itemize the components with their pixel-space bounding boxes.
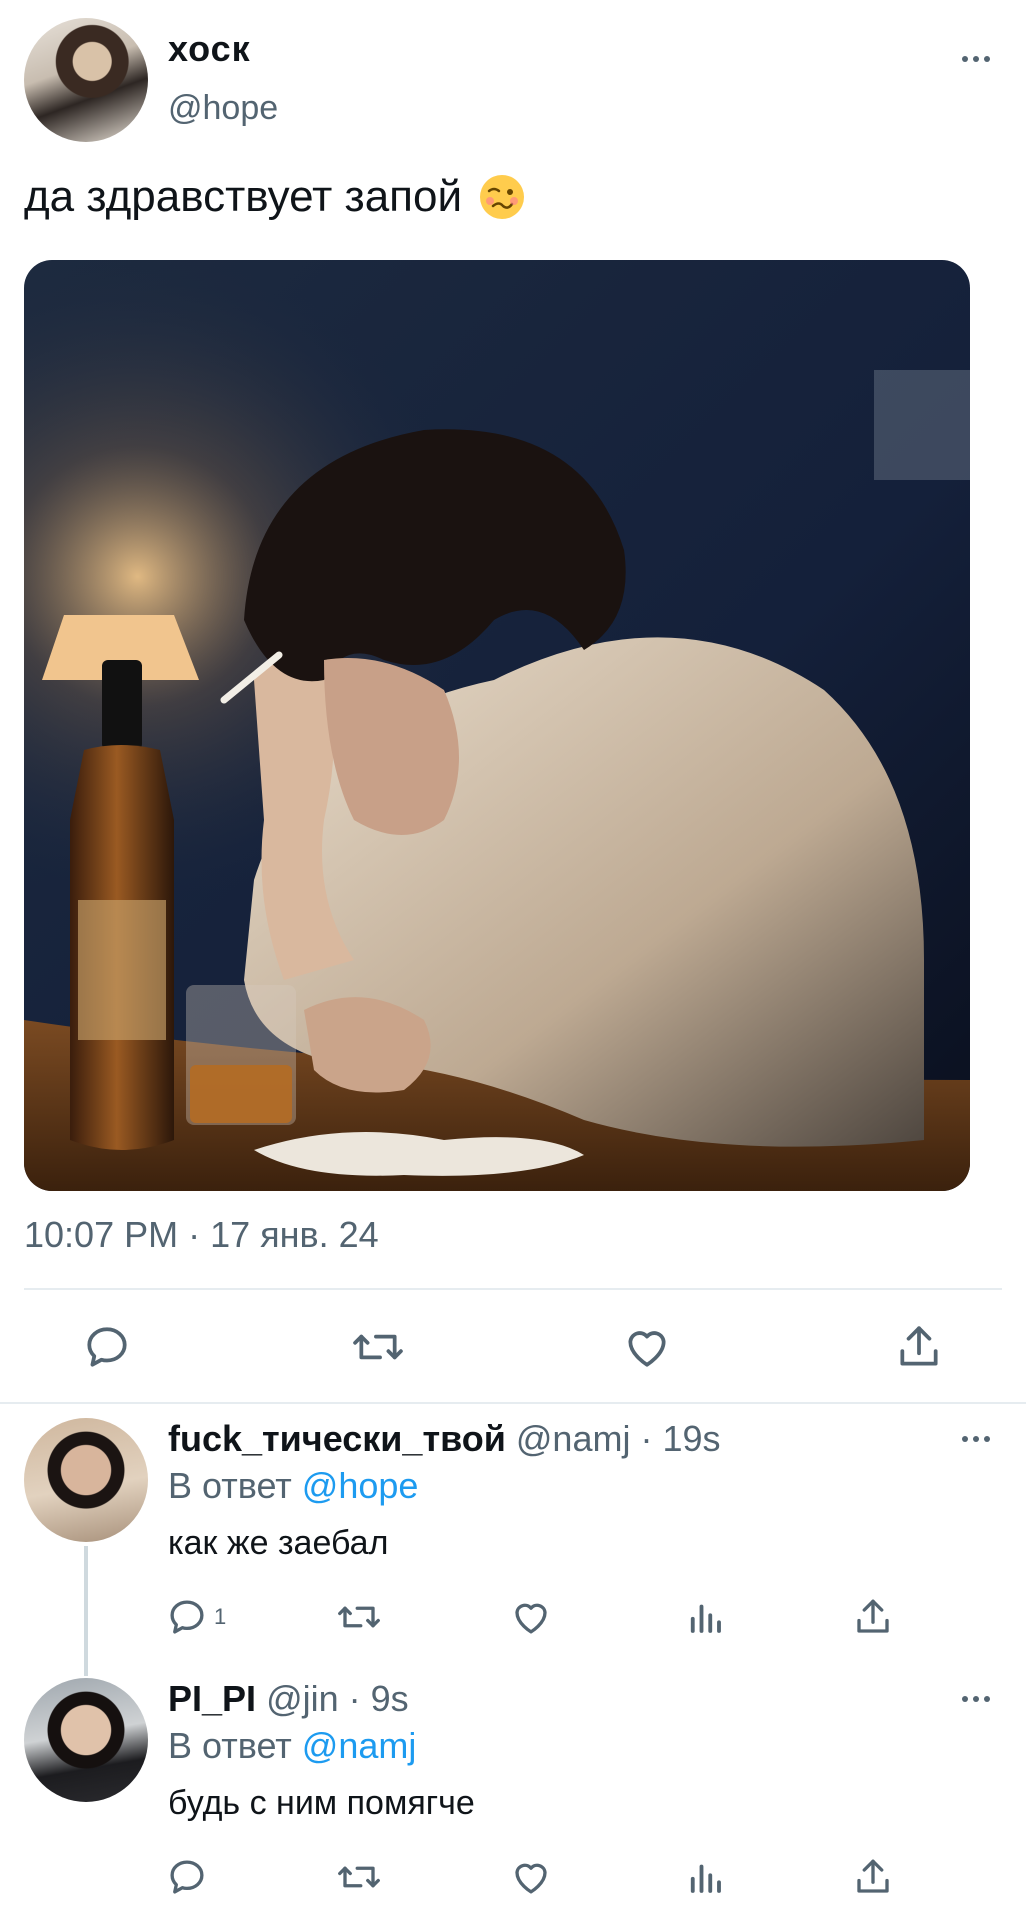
reply-meta[interactable]: @jin · 9s <box>266 1678 409 1719</box>
share-icon <box>857 1859 889 1893</box>
more-icon[interactable] <box>962 56 990 62</box>
retweet-button[interactable] <box>350 1322 406 1377</box>
like-button[interactable] <box>510 1856 552 1903</box>
reply-button[interactable] <box>82 1322 132 1377</box>
share-button[interactable] <box>852 1856 894 1903</box>
retweet-button[interactable] <box>336 1856 382 1903</box>
replying-to-prefix: В ответ <box>168 1725 302 1766</box>
author-avatar[interactable] <box>24 18 148 142</box>
replying-to-handle[interactable]: @namj <box>302 1725 417 1766</box>
like-icon <box>515 1603 547 1634</box>
section-divider <box>0 1402 1026 1404</box>
reply-icon <box>170 1600 204 1634</box>
retweet-button[interactable] <box>336 1596 382 1643</box>
reply-button[interactable] <box>166 1856 208 1903</box>
like-button[interactable] <box>510 1596 552 1643</box>
reply-icon <box>170 1860 204 1894</box>
replying-to-prefix: В ответ <box>168 1465 302 1506</box>
analytics-icon <box>690 1604 721 1633</box>
reply-text: как же заебал <box>168 1524 389 1562</box>
reply-text: будь с ним помягче <box>168 1784 475 1822</box>
like-icon <box>515 1863 547 1894</box>
retweet-icon <box>338 1606 380 1628</box>
author-display-name[interactable]: хоск <box>168 28 251 70</box>
like-button[interactable] <box>622 1322 672 1377</box>
reply-button[interactable]: 1 <box>166 1596 226 1638</box>
retweet-icon <box>353 1334 403 1360</box>
author-handle[interactable]: @hope <box>168 89 278 128</box>
replying-to-handle[interactable]: @hope <box>302 1465 419 1506</box>
retweet-icon <box>338 1866 380 1888</box>
reply-avatar[interactable] <box>24 1678 148 1802</box>
tweet-text: да здравствует запой <box>24 172 463 221</box>
share-icon <box>857 1599 889 1633</box>
replying-to: В ответ @namj <box>168 1725 416 1767</box>
reply-display-name[interactable]: PI_PI <box>168 1678 256 1719</box>
reply-icon <box>87 1327 127 1367</box>
divider <box>24 1288 1002 1290</box>
replying-to: В ответ @hope <box>168 1465 418 1507</box>
reply-count: 1 <box>214 1604 227 1629</box>
share-icon <box>900 1326 938 1366</box>
woozy-face-icon <box>480 175 525 219</box>
like-icon <box>628 1331 666 1367</box>
thread-line <box>84 1546 88 1676</box>
reply-avatar[interactable] <box>24 1418 148 1542</box>
reply-header: PI_PI @jin · 9s <box>168 1678 409 1720</box>
analytics-button[interactable] <box>684 1596 726 1643</box>
share-button[interactable] <box>894 1322 944 1377</box>
share-button[interactable] <box>852 1596 894 1643</box>
tweet-timestamp[interactable]: 10:07 PM · 17 янв. 24 <box>24 1214 379 1256</box>
tweet-text-line: да здравствует запой <box>24 172 526 222</box>
reply-display-name[interactable]: fuck_тически_твой <box>168 1418 506 1459</box>
reply-meta[interactable]: @namj · 19s <box>516 1418 721 1459</box>
photo-illustration <box>24 260 970 1191</box>
more-icon[interactable] <box>962 1436 990 1442</box>
analytics-icon <box>690 1864 721 1893</box>
analytics-button[interactable] <box>684 1856 726 1903</box>
more-icon[interactable] <box>962 1696 990 1702</box>
reply-header: fuck_тически_твой @namj · 19s <box>168 1418 720 1460</box>
tweet-photo[interactable] <box>24 260 970 1191</box>
